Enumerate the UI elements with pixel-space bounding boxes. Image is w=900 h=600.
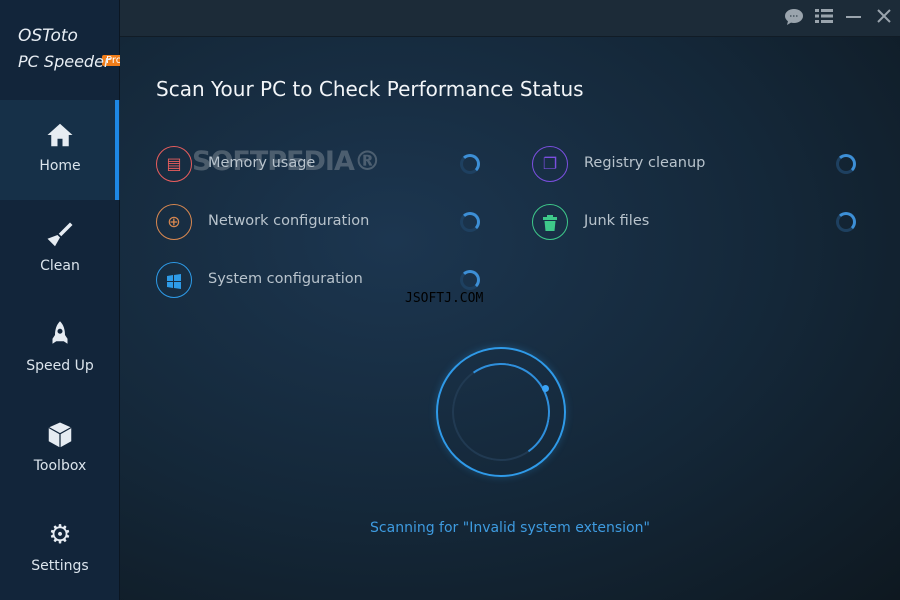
check-label: Registry cleanup	[584, 155, 706, 171]
sidebar-item-toolbox[interactable]: Toolbox	[0, 400, 120, 500]
main-panel: Scan Your PC to Check Performance Status…	[120, 0, 900, 600]
sidebar-item-settings[interactable]: ⚙ Settings	[0, 500, 120, 600]
sidebar-item-clean[interactable]: Clean	[0, 200, 120, 300]
network-icon: ⊕	[156, 204, 192, 240]
gear-icon: ⚙	[48, 520, 72, 550]
sidebar-item-label: Toolbox	[33, 458, 87, 474]
sidebar-item-label: Clean	[40, 258, 80, 274]
brush-icon	[45, 220, 75, 250]
check-label: System configuration	[208, 271, 363, 287]
title-bar	[120, 0, 900, 37]
check-memory-usage: ▤ Memory usage	[156, 146, 496, 182]
chat-icon[interactable]	[784, 8, 804, 31]
documents-icon: ❐	[532, 146, 568, 182]
app-logo: OSToto Pro PC Speeder	[18, 26, 126, 71]
sidebar-item-label: Settings	[31, 558, 89, 574]
scan-status-text: Scanning for "Invalid system extension"	[370, 520, 650, 536]
jsoftj-watermark: JSOFTJ.COM	[405, 291, 484, 306]
loading-spinner-icon	[460, 270, 480, 290]
floppy-icon: ▤	[156, 146, 192, 182]
scan-progress-dial	[436, 347, 566, 477]
page-title: Scan Your PC to Check Performance Status	[156, 77, 584, 101]
loading-spinner-icon	[460, 212, 480, 232]
windows-icon	[156, 262, 192, 298]
check-label: Network configuration	[208, 213, 370, 229]
sidebar: OSToto Pro PC Speeder Home Clean Speed U…	[0, 0, 126, 600]
home-icon	[45, 120, 75, 150]
loading-spinner-icon	[460, 154, 480, 174]
dial-inner-ring	[444, 355, 558, 469]
trash-icon	[532, 204, 568, 240]
box-icon	[45, 420, 75, 450]
sidebar-item-home[interactable]: Home	[0, 100, 120, 200]
check-label: Junk files	[584, 213, 650, 229]
menu-icon[interactable]	[815, 8, 833, 29]
close-icon[interactable]	[876, 8, 892, 29]
check-junk-files: Junk files	[532, 204, 872, 240]
sidebar-item-label: Speed Up	[26, 358, 94, 374]
minimize-icon[interactable]	[846, 8, 862, 29]
loading-spinner-icon	[836, 212, 856, 232]
sidebar-item-speed-up[interactable]: Speed Up	[0, 300, 120, 400]
app-subtitle: PC Speeder	[18, 52, 111, 71]
rocket-icon	[45, 320, 75, 350]
check-label: Memory usage	[208, 155, 316, 171]
sidebar-item-label: Home	[39, 158, 81, 174]
app-name: OSToto	[18, 26, 78, 46]
loading-spinner-icon	[836, 154, 856, 174]
dial-indicator-dot	[542, 385, 549, 392]
check-network-configuration: ⊕ Network configuration	[156, 204, 496, 240]
check-registry-cleanup: ❐ Registry cleanup	[532, 146, 872, 182]
